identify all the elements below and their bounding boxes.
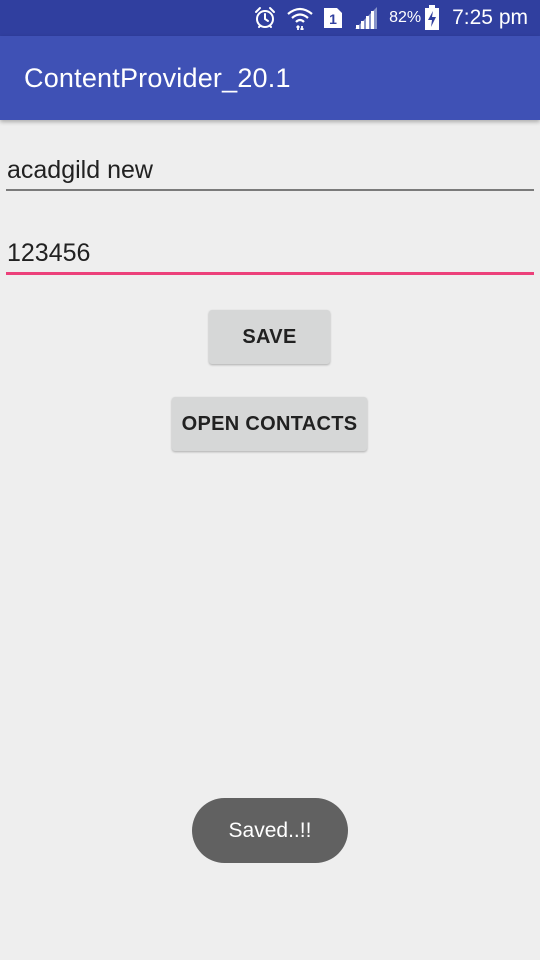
status-icons: 1 82% 7:25 pm	[253, 0, 528, 36]
name-input[interactable]: acadgild new	[6, 148, 534, 192]
toast-message: Saved..!!	[192, 798, 348, 863]
signal-icon	[353, 6, 379, 30]
battery-charging-icon	[424, 5, 440, 31]
status-time: 7:25 pm	[452, 6, 528, 29]
wifi-icon	[287, 6, 313, 30]
phone-input[interactable]: 123456	[6, 231, 534, 275]
alarm-icon	[253, 6, 277, 30]
sim-1-icon: 1	[323, 6, 343, 30]
app-title: ContentProvider_20.1	[24, 63, 291, 93]
name-input-underline	[6, 189, 534, 191]
open-contacts-button[interactable]: OPEN CONTACTS	[172, 397, 367, 451]
phone-input-underline	[6, 272, 534, 275]
svg-text:1: 1	[329, 11, 337, 27]
save-button[interactable]: SAVE	[209, 310, 330, 364]
app-bar: ContentProvider_20.1	[0, 36, 540, 120]
battery-percent: 82%	[389, 9, 422, 26]
battery-indicator: 82%	[389, 5, 440, 31]
status-bar: 1 82% 7:25 pm	[0, 0, 540, 36]
